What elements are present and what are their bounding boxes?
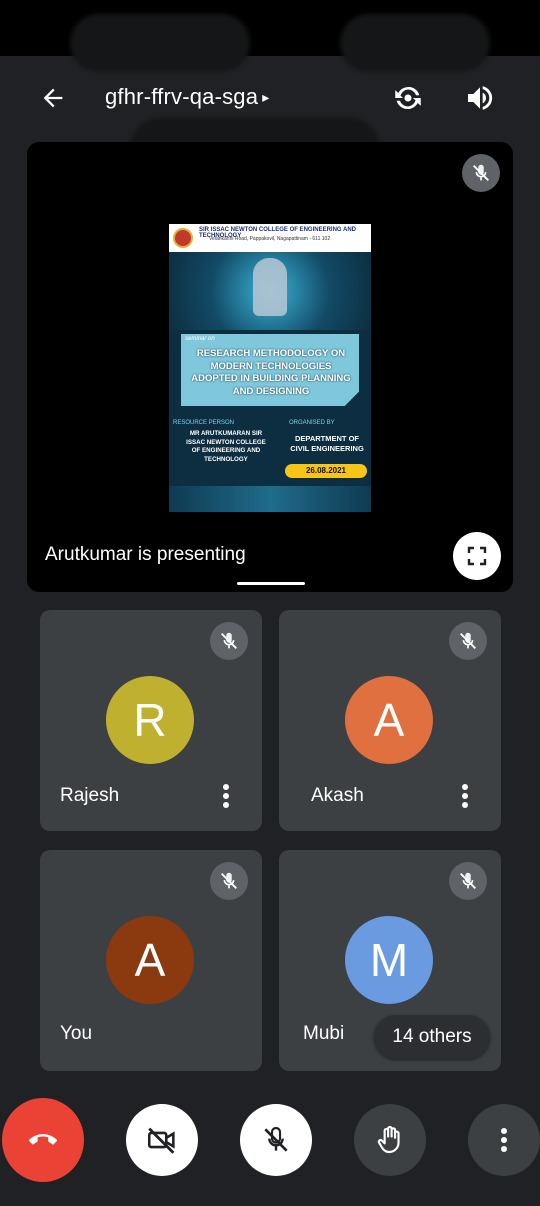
- avatar: A: [345, 676, 433, 764]
- college-logo: [173, 228, 193, 248]
- switch-camera-button[interactable]: [386, 76, 430, 120]
- fullscreen-button[interactable]: [453, 532, 501, 580]
- videocam-off-icon: [147, 1127, 175, 1154]
- slide-title: RESEARCH METHODOLOGY ON MODERN TECHNOLOG…: [191, 348, 351, 397]
- avatar: A: [106, 916, 194, 1004]
- back-button[interactable]: [30, 78, 76, 118]
- slide-organised-by: DEPARTMENT OF CIVIL ENGINEERING: [290, 434, 364, 453]
- participant-name: Mubi: [303, 1023, 345, 1044]
- more-options-button[interactable]: [210, 778, 242, 814]
- meeting-code-text: gfhr-ffrv-qa-sga: [105, 84, 259, 109]
- raise-hand-button[interactable]: [354, 1104, 426, 1176]
- presentation-tile[interactable]: SIR ISSAC NEWTON COLLEGE OF ENGINEERING …: [27, 142, 513, 592]
- mic-off-icon: [221, 872, 237, 889]
- mic-off-icon: [460, 632, 476, 649]
- mic-off-icon: [221, 632, 237, 649]
- mic-off-badge: [210, 862, 248, 900]
- hand-icon: [377, 1125, 400, 1154]
- mic-off-badge: [449, 622, 487, 660]
- fullscreen-icon: [467, 546, 487, 566]
- avatar: R: [106, 676, 194, 764]
- slide-footer-art: [169, 486, 371, 512]
- more-options-button[interactable]: [468, 1104, 540, 1176]
- speaker-button[interactable]: [458, 76, 502, 120]
- meeting-code[interactable]: gfhr-ffrv-qa-sga ▸: [105, 84, 269, 110]
- participant-name: You: [60, 1023, 93, 1044]
- slide-date: 26.08.2021: [285, 464, 367, 478]
- mic-off-icon: [264, 1126, 288, 1152]
- more-vert-icon: [462, 784, 468, 808]
- drag-handle[interactable]: [237, 582, 305, 585]
- slide-college-address: Velankanni Road, Pappakovil, Nagapattina…: [209, 236, 331, 242]
- participant-name: Rajesh: [60, 785, 120, 806]
- meeting-header: gfhr-ffrv-qa-sga ▸: [0, 62, 540, 132]
- mic-off-badge: [210, 622, 248, 660]
- slide-seminar-label: seminar on: [185, 336, 215, 342]
- mic-toggle-button[interactable]: [240, 1104, 312, 1176]
- presenting-label: Arutkumar is presenting: [45, 544, 246, 565]
- chevron-right-icon: ▸: [262, 88, 270, 105]
- avatar: M: [345, 916, 433, 1004]
- participant-name: Akash: [311, 785, 364, 806]
- mic-off-icon: [473, 164, 489, 181]
- slide-resource-person: MR ARUTKUMARAN SIR ISSAC NEWTON COLLEGE …: [186, 430, 266, 463]
- volume-icon: [468, 86, 493, 110]
- presenter-mic-off-badge: [462, 154, 500, 192]
- more-options-button[interactable]: [449, 778, 481, 814]
- robot-illustration: [253, 258, 287, 316]
- shared-slide: SIR ISSAC NEWTON COLLEGE OF ENGINEERING …: [169, 224, 371, 512]
- arrow-back-icon: [43, 88, 63, 108]
- camera-toggle-button[interactable]: [126, 1104, 198, 1176]
- call-end-icon: [29, 1134, 57, 1145]
- switch-camera-icon: [395, 86, 421, 110]
- participant-tile[interactable]: A Akash: [279, 610, 501, 831]
- slide-header: SIR ISSAC NEWTON COLLEGE OF ENGINEERING …: [169, 224, 371, 252]
- mic-off-icon: [460, 872, 476, 889]
- more-vert-icon: [501, 1128, 507, 1152]
- participant-tile[interactable]: R Rajesh: [40, 610, 262, 831]
- slide-organised-by-label: ORGANISED BY: [289, 420, 335, 426]
- others-count-button[interactable]: 14 others: [374, 1015, 490, 1059]
- end-call-button[interactable]: [2, 1098, 84, 1182]
- participant-tile-self[interactable]: A You: [40, 850, 262, 1071]
- mic-off-badge: [449, 862, 487, 900]
- more-vert-icon: [223, 784, 229, 808]
- slide-resource-person-label: RESOURCE PERSON: [173, 420, 235, 426]
